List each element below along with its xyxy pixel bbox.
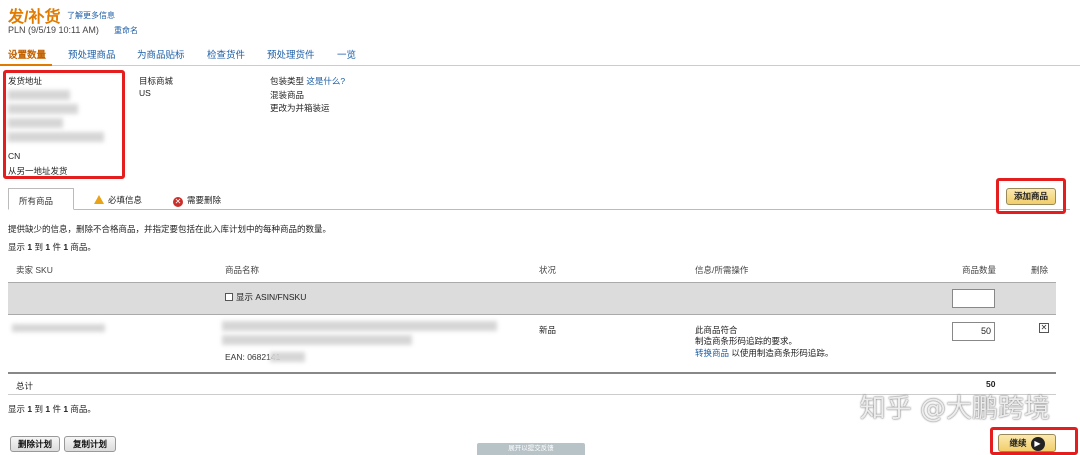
column-header-name: 商品名称 — [225, 265, 260, 275]
total-label: 总计 — [16, 381, 34, 391]
product-condition: 新品 — [539, 325, 557, 335]
bulk-quantity-input[interactable] — [952, 289, 995, 308]
table-filter-row: 显示 ASIN/FNSKU — [8, 282, 1056, 315]
delete-plan-button[interactable]: 删除计划 — [10, 436, 60, 452]
tab-required-info[interactable]: 必填信息 — [84, 188, 152, 210]
packing-type: 包装类型 这是什么? — [270, 76, 346, 86]
show-asin-checkbox[interactable] — [225, 293, 233, 301]
column-header-info: 信息/所需操作 — [695, 265, 749, 275]
page-title: 发/补货 — [8, 9, 61, 26]
destination-value: US — [139, 88, 151, 98]
change-packing-link[interactable]: 更改为并箱装运 — [270, 102, 330, 114]
warning-icon — [94, 195, 104, 204]
tab-review-shipment[interactable]: 检查货件 — [207, 47, 245, 61]
highlight-ship-from — [3, 70, 125, 179]
highlight-add-product — [996, 178, 1066, 214]
watermark: 知乎 @大鹏跨境 — [859, 394, 1050, 424]
rename-link[interactable]: 重命名 — [114, 25, 138, 36]
info-line-2: 转换商品 以使用制造商条形码追踪。 — [695, 348, 834, 358]
active-tab-indicator — [0, 64, 52, 66]
learn-more-link[interactable]: 了解更多信息 — [67, 10, 115, 21]
tab-prep-products[interactable]: 预处理商品 — [68, 47, 116, 61]
showing-count-bottom: 显示 1 到 1 件 1 商品。 — [8, 404, 96, 414]
showing-count-top: 显示 1 到 1 件 1 商品。 — [8, 242, 96, 252]
delete-item-icon[interactable]: ✕ — [1039, 323, 1049, 333]
total-divider — [8, 372, 1056, 374]
feedback-tab[interactable]: 展开以提交反馈 — [477, 443, 585, 455]
tab-set-quantity[interactable]: 设置数量 — [8, 47, 46, 61]
tab-needs-removal[interactable]: ✕ 需要删除 — [163, 188, 231, 210]
tab-all-products[interactable]: 所有商品 — [8, 188, 74, 210]
packing-value: 混装商品 — [270, 90, 305, 100]
quantity-input[interactable]: 50 — [952, 322, 995, 341]
copy-plan-button[interactable]: 复制计划 — [64, 436, 116, 452]
redacted-ean — [270, 352, 305, 362]
column-header-sku: 卖家 SKU — [16, 265, 53, 275]
redacted-product-name — [222, 321, 497, 331]
tab-label-products[interactable]: 为商品贴标 — [137, 47, 185, 61]
tab-prep-shipment[interactable]: 预处理货件 — [267, 47, 315, 61]
barcode-requirements-link[interactable]: 制造商条形码追踪的要求。 — [695, 335, 797, 347]
show-asin-toggle[interactable]: 显示 ASIN/FNSKU — [225, 291, 306, 303]
plan-subtitle: PLN (9/5/19 10:11 AM) — [8, 25, 99, 35]
convert-product-link[interactable]: 转换商品 — [695, 348, 729, 358]
column-header-quantity: 商品数量 — [962, 265, 997, 275]
error-icon: ✕ — [173, 197, 183, 207]
instructions-text: 提供缺少的信息，删除不合格商品，并指定要包括在此入库计划中的每种商品的数量。 — [8, 224, 332, 234]
redacted-product-name — [222, 335, 412, 345]
destination-label: 目标商城 — [139, 76, 174, 86]
redacted-sku — [12, 324, 105, 332]
tab-summary[interactable]: 一览 — [337, 47, 356, 61]
column-header-condition: 状况 — [539, 265, 557, 275]
what-is-this-link[interactable]: 这是什么? — [306, 76, 345, 86]
product-filter-tabs: 所有商品 必填信息 ✕ 需要删除 — [8, 188, 1070, 210]
highlight-continue — [990, 427, 1078, 455]
workflow-tabs: 设置数量 预处理商品 为商品贴标 检查货件 预处理货件 一览 — [0, 40, 1080, 66]
column-header-delete: 删除 — [1031, 265, 1049, 275]
